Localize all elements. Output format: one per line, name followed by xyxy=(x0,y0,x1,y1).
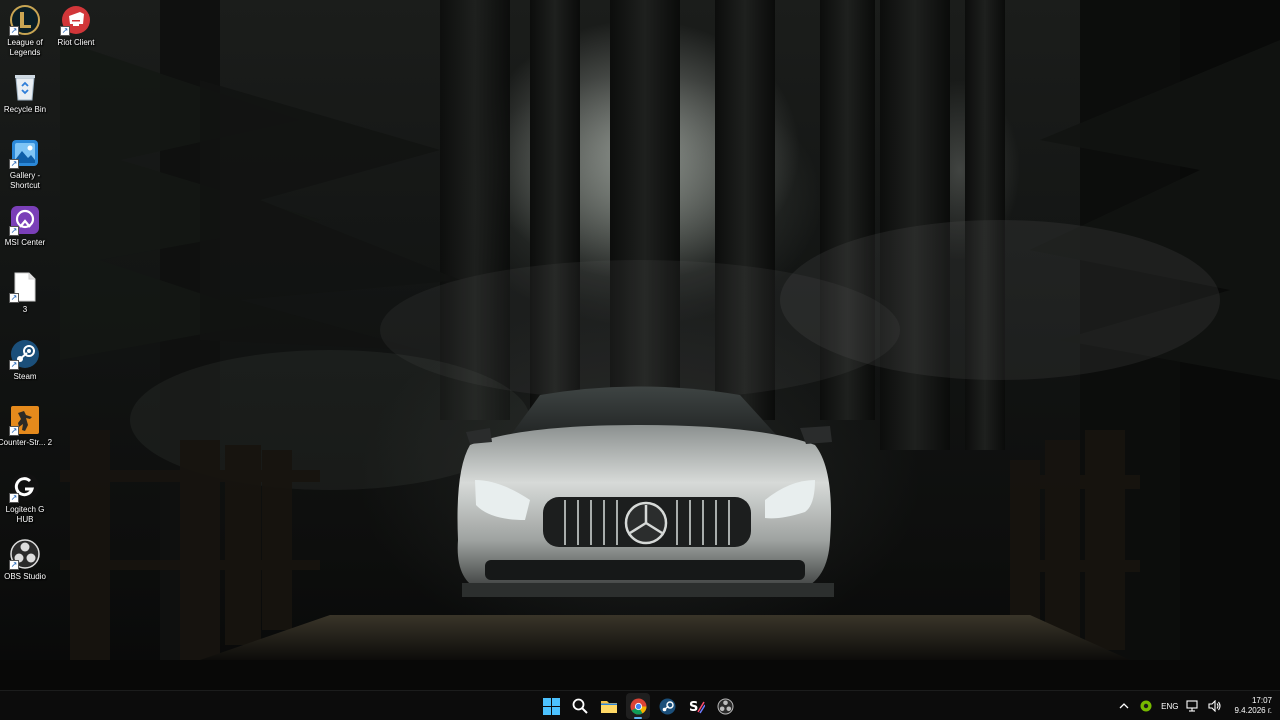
gallery-icon: ↗ xyxy=(9,137,41,169)
start-button[interactable] xyxy=(539,693,563,719)
desktop-icon-riot-client[interactable]: ↗ Riot Client xyxy=(51,4,101,66)
steam-taskbar-button[interactable] xyxy=(655,693,679,719)
speaker-icon xyxy=(1208,700,1222,712)
logitech-g-hub-icon: ↗ xyxy=(9,471,41,503)
shortcut-arrow-icon: ↗ xyxy=(9,493,19,503)
desktop-icon-msi-center[interactable]: ↗ MSI Center xyxy=(0,204,50,266)
desktop-icon-label: League of Legends xyxy=(7,38,43,57)
nvidia-icon xyxy=(1140,700,1152,712)
desktop-icon-label: Gallery - Shortcut xyxy=(9,171,41,190)
windows-start-icon xyxy=(542,697,560,715)
shortcut-arrow-icon: ↗ xyxy=(9,360,19,370)
signalrgb-icon: S xyxy=(689,700,705,715)
search-icon xyxy=(572,698,588,714)
show-hidden-icons-button[interactable] xyxy=(1117,699,1131,713)
desktop-icon-label: Counter-Str... 2 xyxy=(0,438,53,447)
desktop-icon-label: Recycle Bin xyxy=(3,105,47,114)
system-tray: ENG 17:07 9.4.2026 г. xyxy=(1117,691,1272,720)
clock-button[interactable]: 17:07 9.4.2026 г. xyxy=(1230,696,1272,716)
league-of-legends-icon: ↗ xyxy=(9,4,41,36)
shortcut-arrow-icon: ↗ xyxy=(60,26,70,36)
desktop-icon-label: MSI Center xyxy=(4,238,46,247)
folder-icon xyxy=(601,701,617,713)
desktop-icon-logitech-g-hub[interactable]: ↗ Logitech G HUB xyxy=(0,471,50,533)
shortcut-arrow-icon: ↗ xyxy=(9,560,19,570)
shortcut-arrow-icon: ↗ xyxy=(9,159,19,169)
network-button[interactable] xyxy=(1186,699,1200,713)
taskbar-apps: S xyxy=(539,691,737,720)
desktop-wallpaper xyxy=(0,0,1280,690)
shortcut-arrow-icon: ↗ xyxy=(9,226,19,236)
desktop-icon-file-3[interactable]: ↗ 3 xyxy=(0,271,50,333)
desktop-icon-gallery[interactable]: ↗ Gallery - Shortcut xyxy=(0,137,50,199)
desktop-icon-label: Steam xyxy=(13,372,37,381)
nvidia-tray-button[interactable] xyxy=(1139,699,1153,713)
clock-time: 17:07 xyxy=(1251,696,1272,705)
obs-studio-icon xyxy=(717,698,733,714)
riot-client-icon: ↗ xyxy=(60,4,92,36)
signalrgb-button[interactable]: S xyxy=(684,693,708,719)
wallpaper-forest-car-image xyxy=(0,0,1280,690)
clock-date: 9.4.2026 г. xyxy=(1234,706,1272,715)
steam-icon xyxy=(659,698,675,714)
obs-studio-icon: ↗ xyxy=(9,538,41,570)
chevron-up-icon xyxy=(1119,703,1129,709)
taskbar: S ENG 17:07 9.4.2026 г. xyxy=(0,690,1280,720)
chrome-button[interactable] xyxy=(626,693,650,719)
obs-taskbar-button[interactable] xyxy=(713,693,737,719)
blank-file-icon: ↗ xyxy=(9,271,41,303)
desktop-icon-league-of-legends[interactable]: ↗ League of Legends xyxy=(0,4,50,66)
desktop-icon-label: 3 xyxy=(22,305,28,314)
network-monitor-icon xyxy=(1186,700,1199,712)
desktop-icon-obs-studio[interactable]: ↗ OBS Studio xyxy=(0,538,50,600)
volume-button[interactable] xyxy=(1208,699,1222,713)
chrome-icon xyxy=(630,698,646,714)
svg-text:S: S xyxy=(689,700,698,715)
shortcut-arrow-icon: ↗ xyxy=(9,426,19,436)
desktop-icon-steam[interactable]: ↗ Steam xyxy=(0,338,50,400)
shortcut-arrow-icon: ↗ xyxy=(9,293,19,303)
msi-center-icon: ↗ xyxy=(9,204,41,236)
desktop-icon-counter-strike-2[interactable]: ↗ Counter-Str... 2 xyxy=(0,404,53,466)
desktop-icon-recycle-bin[interactable]: Recycle Bin xyxy=(0,71,50,133)
steam-icon: ↗ xyxy=(9,338,41,370)
search-button[interactable] xyxy=(568,693,592,719)
desktop-icon-label: OBS Studio xyxy=(4,572,46,581)
counter-strike-icon: ↗ xyxy=(9,404,41,436)
file-explorer-button[interactable] xyxy=(597,693,621,719)
desktop-icon-label: Logitech G HUB xyxy=(5,505,45,524)
language-indicator[interactable]: ENG xyxy=(1161,702,1178,711)
recycle-bin-icon xyxy=(9,71,41,103)
shortcut-arrow-icon: ↗ xyxy=(9,26,19,36)
desktop-icon-area: ↗ League of Legends ↗ Riot Client Recycl… xyxy=(0,0,110,600)
desktop-icon-label: Riot Client xyxy=(57,38,95,47)
